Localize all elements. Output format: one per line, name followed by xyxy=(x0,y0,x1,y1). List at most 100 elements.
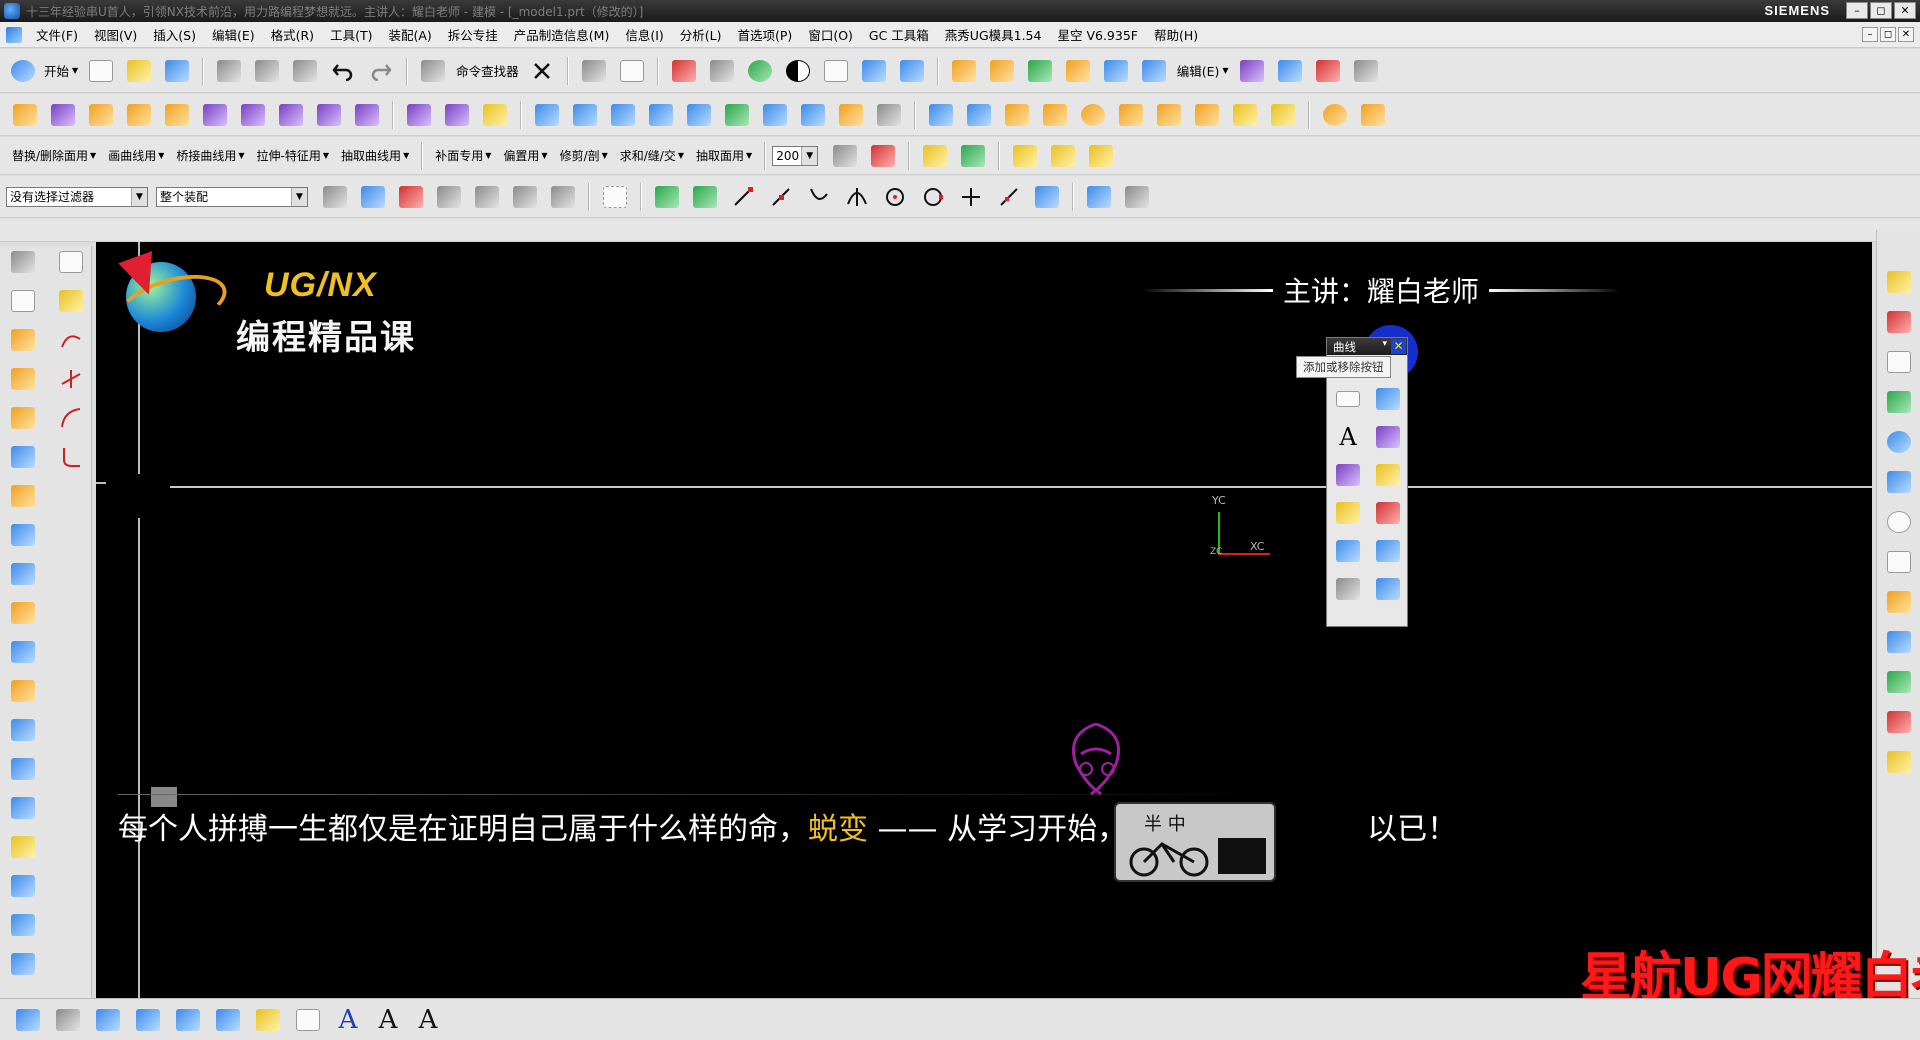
thicken-icon[interactable] xyxy=(441,99,473,131)
text-size-icon[interactable]: A xyxy=(411,1003,445,1037)
selection-filter-select[interactable]: 没有选择过滤器 ▼ xyxy=(6,186,148,207)
document-menu-icon[interactable] xyxy=(6,26,22,43)
studio-surface-icon[interactable] xyxy=(683,99,715,131)
menu-gc-toolbox[interactable]: GC 工具箱 xyxy=(861,25,937,44)
column-icon[interactable] xyxy=(1001,99,1033,131)
copy-icon[interactable] xyxy=(251,55,283,87)
info-icon[interactable] xyxy=(1883,426,1915,458)
doc-close-button[interactable]: ✕ xyxy=(1898,27,1914,42)
project-curve-icon[interactable] xyxy=(56,285,86,317)
menu-format[interactable]: 格式(R) xyxy=(263,25,322,44)
wrench-icon[interactable] xyxy=(919,140,951,172)
ruled-icon[interactable] xyxy=(721,99,753,131)
rectangle-select-icon[interactable] xyxy=(599,181,631,213)
menu-xingkong[interactable]: 星空 V6.935F xyxy=(1049,25,1146,44)
menu-edit[interactable]: 编辑(E) xyxy=(204,25,263,44)
start-button[interactable]: 开始 ▼ xyxy=(40,61,82,80)
command-finder-button[interactable]: 命令查找器 xyxy=(452,61,523,80)
pad-icon[interactable] xyxy=(8,480,38,512)
body-icon[interactable] xyxy=(1100,55,1132,87)
web-browser-icon[interactable] xyxy=(1883,466,1915,498)
note-text-icon[interactable]: A xyxy=(331,1003,365,1037)
arc-center-icon[interactable] xyxy=(879,181,911,213)
grid-points-icon[interactable] xyxy=(925,99,957,131)
annotation-icon[interactable] xyxy=(131,1003,165,1037)
bridge-curve-menu[interactable]: 桥接曲线用 ▼ xyxy=(170,147,250,164)
isoparametric-icon[interactable] xyxy=(1371,573,1405,605)
annotation-search-icon[interactable]: A xyxy=(371,1003,405,1037)
background-icon[interactable] xyxy=(782,55,814,87)
snap-settings-icon[interactable] xyxy=(689,181,721,213)
pillar-icon[interactable] xyxy=(1039,99,1071,131)
menu-window[interactable]: 窗口(O) xyxy=(800,25,861,44)
points-icon[interactable] xyxy=(867,140,899,172)
menu-file[interactable]: 文件(F) xyxy=(28,25,86,44)
chamfer-icon[interactable] xyxy=(8,714,38,746)
shaded-sphere-icon[interactable] xyxy=(744,55,776,87)
scale-select[interactable]: 200 ▼ xyxy=(772,145,819,166)
command-finder-icon[interactable] xyxy=(417,55,449,87)
split-body-icon[interactable] xyxy=(8,909,38,941)
extension-icon[interactable] xyxy=(873,99,905,131)
layer-settings-icon[interactable] xyxy=(829,140,861,172)
assembly-navigator-icon[interactable] xyxy=(1883,306,1915,338)
notes-icon[interactable] xyxy=(1883,746,1915,778)
palette-header[interactable]: 曲线 ▾ ✕ xyxy=(1327,338,1407,355)
rectangle-icon[interactable] xyxy=(8,285,38,317)
redo-icon[interactable] xyxy=(365,55,397,87)
graphics-viewport[interactable]: UG/NX 编程精品课 主讲：耀白老师 YC XC ZC 曲线 ▾ ✕ A 添加… xyxy=(96,242,1872,998)
existing-point-icon[interactable] xyxy=(955,181,987,213)
cube-view-icon[interactable] xyxy=(1083,181,1115,213)
extract-curve-menu[interactable]: 抽取曲线用 ▼ xyxy=(335,147,415,164)
minimize-button[interactable]: – xyxy=(1846,2,1868,19)
view-label-icon[interactable] xyxy=(291,1003,325,1037)
snap-point-icon[interactable] xyxy=(395,181,427,213)
menu-tools[interactable]: 工具(T) xyxy=(322,25,380,44)
spline-icon[interactable] xyxy=(56,324,86,356)
project-icon[interactable] xyxy=(1331,535,1365,567)
snap-all-icon[interactable] xyxy=(651,181,683,213)
copy-face-icon[interactable] xyxy=(275,99,307,131)
filter-settings-icon[interactable] xyxy=(319,181,351,213)
paste-icon[interactable] xyxy=(289,55,321,87)
projected-view-icon[interactable] xyxy=(211,1003,245,1037)
start-icon[interactable] xyxy=(9,55,37,87)
channel-icon[interactable] xyxy=(1153,99,1185,131)
menu-view[interactable]: 视图(V) xyxy=(86,25,145,44)
pattern-icon[interactable] xyxy=(986,55,1018,87)
curve-x-icon[interactable] xyxy=(56,246,86,278)
extrude-icon[interactable] xyxy=(8,324,38,356)
solid-cube-icon[interactable] xyxy=(1138,55,1170,87)
curve-rule-icon[interactable] xyxy=(509,181,541,213)
patch-menu[interactable]: 补面专用 ▼ xyxy=(429,147,497,164)
blend-curve-icon[interactable] xyxy=(1371,459,1405,491)
menu-pmi[interactable]: 产品制造信息(M) xyxy=(506,25,618,44)
rendering-style-icon[interactable] xyxy=(706,55,738,87)
block-icon[interactable] xyxy=(948,55,980,87)
wave-link-icon[interactable] xyxy=(896,55,928,87)
book-open-icon[interactable] xyxy=(8,558,38,590)
list-icon[interactable] xyxy=(1267,99,1299,131)
angle-icon[interactable] xyxy=(1085,140,1117,172)
assembly-scope-select[interactable]: 整个装配 ▼ xyxy=(156,186,308,207)
revolve-icon[interactable] xyxy=(8,363,38,395)
mirror-face-icon[interactable] xyxy=(313,99,345,131)
shell-icon[interactable] xyxy=(8,636,38,668)
sketch-plane-icon[interactable] xyxy=(1236,55,1268,87)
fit-view-icon[interactable] xyxy=(668,55,700,87)
cut-icon[interactable] xyxy=(213,55,245,87)
palette-options-button[interactable]: ▾ xyxy=(1382,339,1387,349)
new-file-icon[interactable] xyxy=(85,55,117,87)
open-folder-icon[interactable] xyxy=(123,55,155,87)
face-rule-icon[interactable] xyxy=(471,181,503,213)
replace-delete-face-menu[interactable]: 替换/删除面用 ▼ xyxy=(6,147,102,164)
arch-icon[interactable] xyxy=(1191,99,1223,131)
blend-icon[interactable] xyxy=(8,675,38,707)
menu-analysis[interactable]: 分析(L) xyxy=(672,25,730,44)
edit-dropdown[interactable]: 编辑(E) ▼ xyxy=(1173,61,1233,80)
offset-menu[interactable]: 偏置用 ▼ xyxy=(497,147,553,164)
i-beam-icon[interactable] xyxy=(1115,99,1147,131)
intersection-icon[interactable] xyxy=(841,181,873,213)
move-object-icon[interactable] xyxy=(616,55,648,87)
section-view-icon[interactable] xyxy=(91,1003,125,1037)
